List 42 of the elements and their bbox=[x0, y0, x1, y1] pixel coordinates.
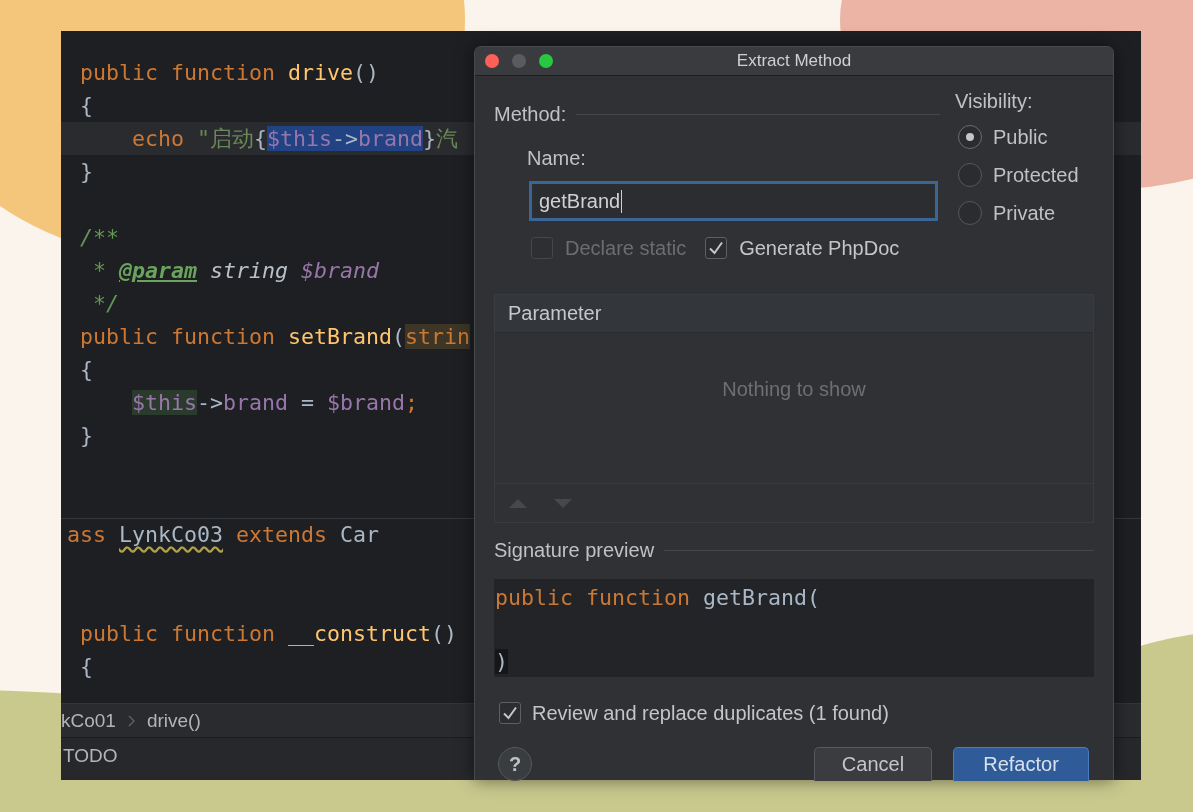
help-button[interactable]: ? bbox=[498, 747, 532, 781]
radio-button[interactable] bbox=[958, 163, 982, 187]
breadcrumb-item[interactable]: drive() bbox=[146, 709, 201, 732]
section-label: Signature preview bbox=[494, 538, 655, 562]
radio-label[interactable]: Private bbox=[993, 201, 1056, 225]
checkbox[interactable] bbox=[705, 237, 728, 259]
code-line: public function __construct() bbox=[80, 621, 458, 646]
code-line: public function setBrand(strin bbox=[80, 324, 471, 349]
tool-window-tab[interactable]: TODO bbox=[63, 745, 118, 766]
radio-label[interactable]: Protected bbox=[993, 163, 1079, 187]
code-line: } bbox=[80, 423, 94, 448]
code-line: */ bbox=[93, 291, 120, 316]
checkbox-label[interactable]: Generate PhpDoc bbox=[739, 236, 900, 260]
zoom-window-button[interactable] bbox=[539, 54, 553, 68]
section-label: Visibility: bbox=[955, 90, 1033, 112]
code-line: /** bbox=[80, 225, 120, 250]
code-line: echo "启动{$this->brand}汽 bbox=[132, 126, 459, 151]
code-line: * @param string $brand bbox=[93, 258, 380, 283]
chevron-right-icon bbox=[127, 714, 135, 727]
section-label: Method: bbox=[494, 102, 567, 126]
column-header[interactable]: Parameter bbox=[508, 302, 602, 325]
checkbox-label[interactable]: Review and replace duplicates (1 found) bbox=[532, 701, 889, 725]
empty-table-text: Nothing to show bbox=[722, 378, 866, 401]
code-line: { bbox=[80, 654, 94, 679]
radio-button[interactable] bbox=[958, 201, 982, 225]
code-line: public function drive() bbox=[80, 60, 380, 85]
code-line: public function getBrand( bbox=[495, 585, 821, 610]
radio-button[interactable] bbox=[958, 125, 982, 149]
cancel-button[interactable]: Cancel bbox=[814, 747, 932, 781]
code-line: } bbox=[80, 159, 94, 184]
code-line: { bbox=[80, 357, 94, 382]
checkbox[interactable] bbox=[499, 702, 521, 724]
code-line: ass LynkCo03 extends Car bbox=[67, 522, 380, 547]
code-line: { bbox=[80, 93, 94, 118]
radio-label[interactable]: Public bbox=[993, 125, 1048, 149]
close-window-button[interactable] bbox=[485, 54, 499, 68]
name-input-field[interactable]: getBrand bbox=[529, 181, 938, 221]
breadcrumb-item[interactable]: kCo01 bbox=[61, 709, 116, 732]
field-label: Name: bbox=[527, 147, 586, 169]
code-line: $this->brand = $brand; bbox=[132, 390, 419, 415]
refactor-button[interactable]: Refactor bbox=[953, 747, 1089, 781]
dialog-title: Extract Method bbox=[736, 51, 852, 71]
